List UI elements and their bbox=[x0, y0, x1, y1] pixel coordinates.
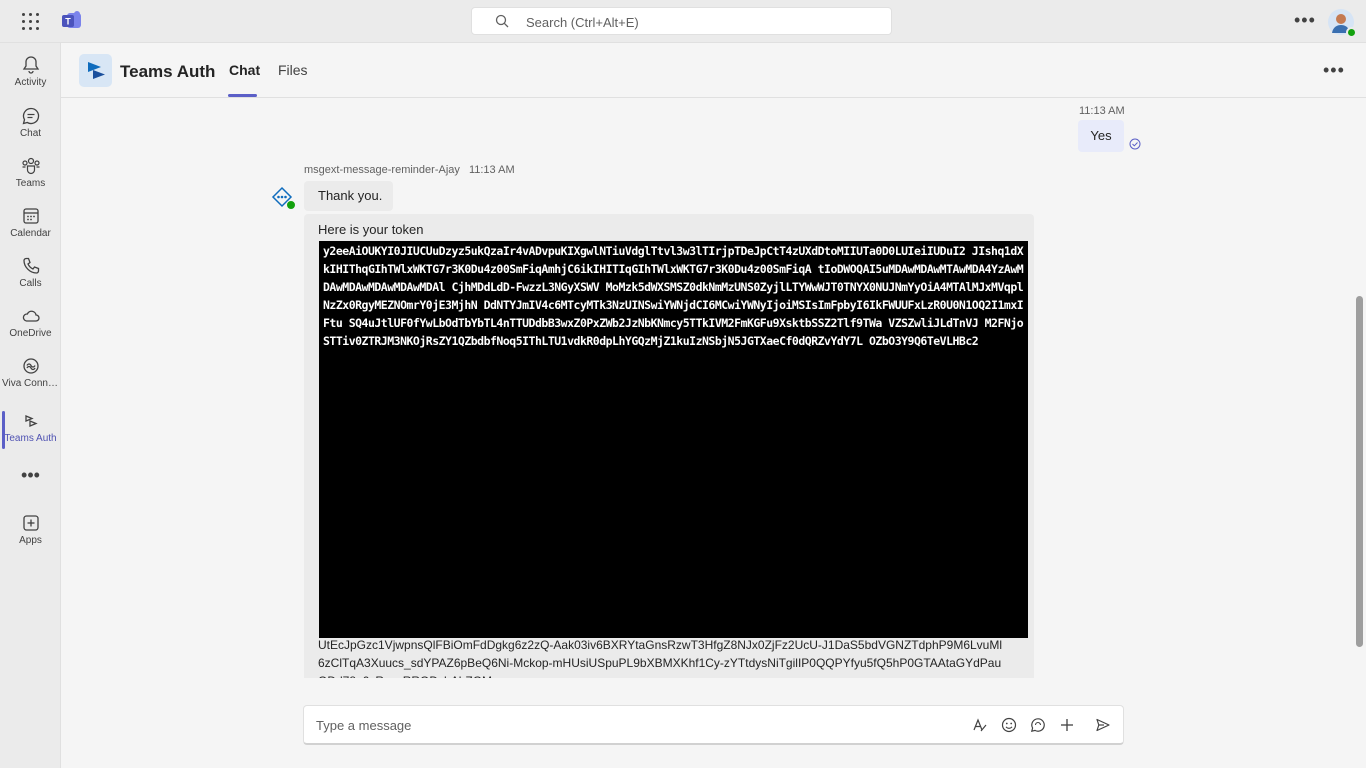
page-title: Teams Auth bbox=[120, 62, 216, 81]
active-tab-indicator bbox=[228, 94, 257, 97]
teams-icon bbox=[21, 157, 40, 175]
search-input[interactable]: Search (Ctrl+Alt+E) bbox=[471, 7, 892, 35]
teams-auth-logo-icon bbox=[88, 62, 105, 79]
message-time: 11:13 AM bbox=[468, 164, 515, 176]
token-heading: Here is your token bbox=[318, 222, 424, 237]
presence-available-icon bbox=[1346, 27, 1357, 38]
rail-label: Chat bbox=[19, 128, 42, 139]
add-apps-icon bbox=[22, 515, 39, 531]
my-message[interactable]: Yes bbox=[1078, 120, 1124, 152]
message-seen-icon bbox=[1129, 138, 1141, 150]
loop-compose-icon[interactable] bbox=[1030, 717, 1046, 733]
rail-label: Apps bbox=[19, 535, 42, 546]
emoji-icon[interactable] bbox=[1001, 717, 1017, 733]
more-apps-icon[interactable]: ••• bbox=[0, 465, 61, 486]
rail-item-chat[interactable]: Chat bbox=[0, 100, 61, 148]
token-image-text: y2eeAiOUKYI0JIUCUuDzyz5ukQzaIr4vADvpuKIX… bbox=[323, 244, 1024, 348]
sender-name: msgext-message-reminder-Ajay bbox=[304, 164, 460, 176]
bot-message-token[interactable]: Here is your token y2eeAiOUKYI0JIUCUuDzy… bbox=[304, 214, 1034, 678]
message-header: msgext-message-reminder-Ajay 11:13 AM bbox=[304, 164, 515, 176]
teams-auth-logo bbox=[79, 54, 112, 87]
search-icon bbox=[495, 14, 509, 28]
svg-text:T: T bbox=[65, 17, 71, 27]
bot-message-thanks[interactable]: Thank you. bbox=[304, 181, 393, 211]
compose-placeholder: Type a message bbox=[316, 718, 412, 733]
rail-label: Teams Auth bbox=[4, 433, 57, 444]
my-message-time: 11:13 AM bbox=[1079, 105, 1125, 117]
token-image: y2eeAiOUKYI0JIUCUuDzyz5ukQzaIr4vADvpuKIX… bbox=[319, 241, 1028, 638]
rail-label: Calls bbox=[19, 278, 42, 289]
teams-auth-app-icon bbox=[24, 415, 38, 427]
token-text: UtEcJpGzc1VjwpnsQlFBiOmFdDgkg6z2zQ-Aak03… bbox=[318, 638, 1002, 678]
bell-icon bbox=[22, 56, 39, 74]
chat-icon bbox=[22, 107, 39, 125]
bot-presence-icon bbox=[286, 200, 296, 210]
rail-item-teams[interactable]: Teams bbox=[0, 150, 61, 198]
add-attachment-icon[interactable] bbox=[1059, 717, 1075, 733]
phone-icon bbox=[22, 257, 39, 274]
more-options-icon[interactable]: ••• bbox=[1323, 60, 1345, 81]
rail-item-apps[interactable]: Apps bbox=[0, 507, 61, 555]
rail-label: Teams bbox=[15, 178, 46, 189]
chat-scrollbar[interactable] bbox=[1356, 296, 1363, 647]
app-header: Teams Auth Chat Files ••• bbox=[61, 43, 1366, 98]
rail-item-onedrive[interactable]: OneDrive bbox=[0, 300, 61, 348]
app-bar: Activity Chat Teams Calendar Calls OneDr… bbox=[0, 43, 61, 768]
tab-files[interactable]: Files bbox=[278, 62, 308, 78]
format-icon[interactable] bbox=[972, 717, 988, 733]
rail-label: OneDrive bbox=[9, 328, 52, 339]
tab-chat[interactable]: Chat bbox=[229, 62, 260, 78]
top-bar: T Search (Ctrl+Alt+E) ••• bbox=[0, 0, 1366, 43]
viva-connections-icon bbox=[22, 358, 39, 374]
rail-item-activity[interactable]: Activity bbox=[0, 49, 61, 97]
rail-label: Activity bbox=[14, 77, 47, 88]
rail-item-calls[interactable]: Calls bbox=[0, 250, 61, 298]
calendar-icon bbox=[22, 208, 39, 224]
rail-label: Viva Conne... bbox=[2, 378, 61, 389]
send-icon[interactable] bbox=[1095, 717, 1111, 733]
search-placeholder: Search (Ctrl+Alt+E) bbox=[526, 15, 639, 30]
cloud-icon bbox=[22, 310, 40, 322]
teams-logo-icon: T bbox=[62, 11, 81, 28]
rail-item-viva-connections[interactable]: Viva Conne... bbox=[0, 350, 61, 398]
settings-more-icon[interactable]: ••• bbox=[1294, 10, 1316, 31]
chat-message-list[interactable]: 11:13 AM Yes msgext-message-reminder-Aja… bbox=[61, 98, 1366, 678]
rail-label: Calendar bbox=[10, 228, 51, 239]
compose-box[interactable]: Type a message bbox=[303, 705, 1124, 745]
app-launcher-icon[interactable] bbox=[22, 13, 40, 31]
rail-item-teams-auth[interactable]: Teams Auth bbox=[0, 405, 61, 453]
bot-avatar[interactable] bbox=[271, 186, 296, 210]
rail-item-calendar[interactable]: Calendar bbox=[0, 200, 61, 248]
avatar[interactable] bbox=[1328, 9, 1357, 38]
